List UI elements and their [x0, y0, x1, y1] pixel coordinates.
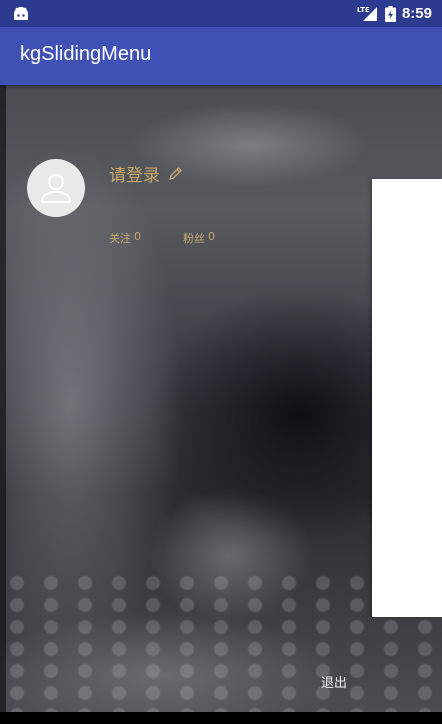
following-count: 0	[134, 230, 141, 243]
pencil-icon[interactable]	[168, 166, 183, 181]
sliding-menu[interactable]: 请登录 关注 0 粉丝 0 退出	[0, 85, 442, 712]
main-content-peek[interactable]	[372, 179, 442, 617]
avatar[interactable]	[27, 159, 85, 217]
followers-label: 粉丝	[183, 232, 205, 245]
navigation-bar	[0, 712, 442, 724]
user-icon	[40, 174, 72, 203]
login-prompt[interactable]: 请登录	[109, 161, 160, 186]
followers-stat[interactable]: 粉丝 0	[183, 230, 215, 246]
logout-button[interactable]: 退出	[321, 672, 347, 691]
following-stat[interactable]: 关注 0	[109, 230, 141, 246]
background-edge	[0, 85, 6, 712]
battery-charging-icon	[384, 5, 396, 22]
clock: 8:59	[401, 5, 432, 22]
login-row[interactable]: 请登录	[109, 161, 183, 186]
app-bar: kgSlidingMenu	[0, 27, 442, 85]
android-notification-icon	[14, 7, 28, 20]
signal-icon: LTE	[357, 6, 379, 22]
app-title: kgSlidingMenu	[20, 43, 152, 65]
status-bar: LTE 8:59	[0, 0, 442, 27]
followers-count: 0	[208, 230, 215, 243]
following-label: 关注	[109, 232, 131, 245]
profile-stats: 关注 0 粉丝 0	[109, 230, 215, 246]
